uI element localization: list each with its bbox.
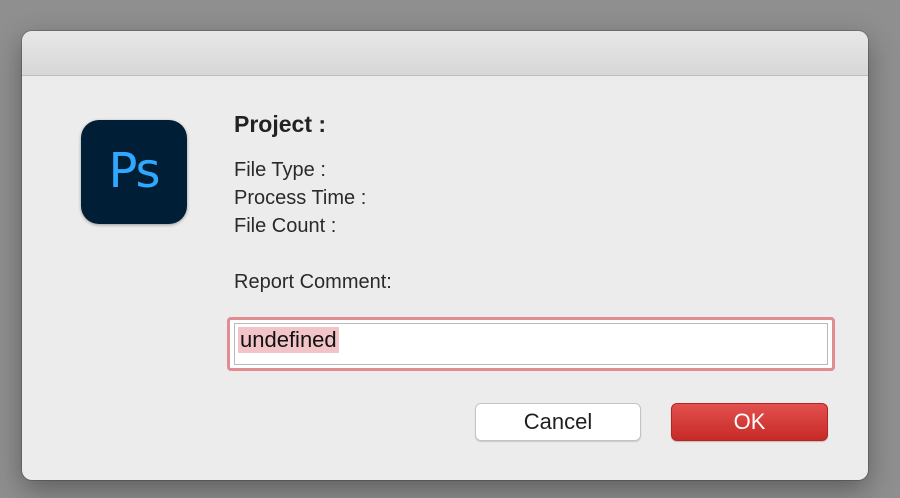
file-count-label: File Count : [234,215,337,237]
dialog-titlebar[interactable] [22,31,868,76]
project-title: Project : [234,111,327,137]
report-comment-label: Report Comment: [234,271,392,293]
report-comment-value[interactable]: undefined [238,327,339,353]
process-time-label: Process Time : [234,187,367,209]
photoshop-app-icon: Ps [81,120,187,224]
file-type-label: File Type : [234,159,326,181]
report-comment-input[interactable]: undefined [227,317,835,371]
cancel-button[interactable]: Cancel [475,403,641,441]
project-report-dialog: Ps Project : File Type : Process Time : … [22,31,868,480]
ok-button[interactable]: OK [671,403,828,441]
photoshop-icon-text: Ps [108,142,160,199]
